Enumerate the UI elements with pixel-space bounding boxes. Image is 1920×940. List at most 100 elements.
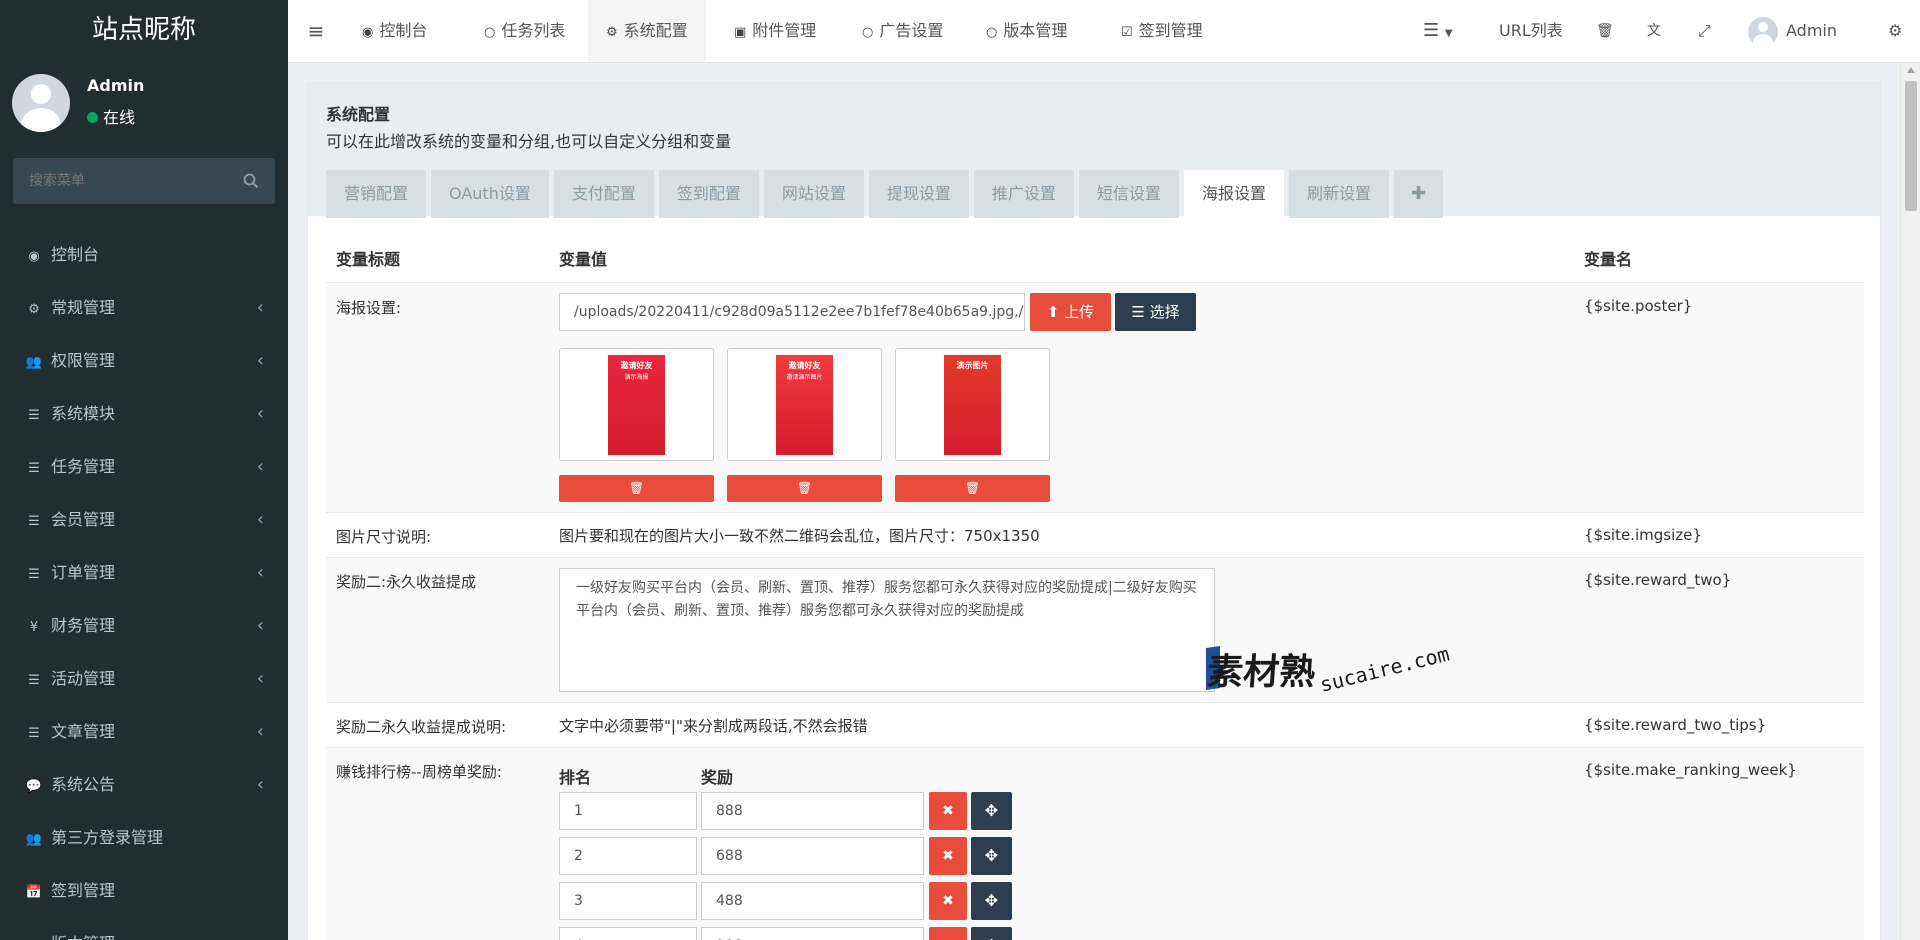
drag-move-icon[interactable]: ✥ bbox=[971, 792, 1012, 830]
site-logo[interactable]: 站点昵称 bbox=[0, 0, 288, 62]
sidebar-item-11[interactable]: 👥 第三方登录管理 bbox=[0, 811, 288, 864]
remove-row-icon[interactable]: ✖ bbox=[929, 882, 967, 920]
settings-gear-icon[interactable]: ⚙ bbox=[1878, 0, 1912, 62]
sidebar-item-label: 控制台 bbox=[51, 245, 100, 264]
reward-two-tips-var: {$site.reward_two_tips} bbox=[1584, 716, 1767, 734]
top-tab-0[interactable]: ◉ 控制台 bbox=[344, 0, 445, 62]
poster-path-input[interactable]: /uploads/20220411/c928d09a5112e2ee7b1fef… bbox=[559, 293, 1025, 331]
sidebar-item-label: 系统模块 bbox=[51, 404, 116, 423]
top-tab-6[interactable]: ☑ 签到管理 bbox=[1103, 0, 1221, 62]
imgsize-value: 图片要和现在的图片大小一致不然二维码会乱位，图片尺寸：750x1350 bbox=[559, 527, 1040, 545]
sidebar-item-0[interactable]: ◉ 控制台 bbox=[0, 228, 288, 281]
reward-input[interactable]: 288 bbox=[701, 927, 924, 940]
sidebar-item-5[interactable]: ☰ 会员管理 ‹ bbox=[0, 493, 288, 546]
admin-menu[interactable]: Admin bbox=[1738, 0, 1847, 62]
search-icon[interactable] bbox=[243, 173, 259, 189]
sidebar-item-12[interactable]: 📅 签到管理 bbox=[0, 864, 288, 917]
poster-thumbnail[interactable]: 邀请好友 邀请演示图片 bbox=[727, 348, 882, 461]
sidebar-item-6[interactable]: ☰ 订单管理 ‹ bbox=[0, 546, 288, 599]
sidebar-item-4[interactable]: ☰ 任务管理 ‹ bbox=[0, 440, 288, 493]
reward-input[interactable]: 688 bbox=[701, 837, 924, 875]
reward-two-textarea[interactable]: 一级好友购买平台内（会员、刷新、置顶、推荐）服务您都可永久获得对应的奖励提成|二… bbox=[559, 568, 1215, 692]
poster-thumbnail[interactable]: 演示图片 bbox=[895, 348, 1050, 461]
upload-button[interactable]: ⬆ 上传 bbox=[1030, 293, 1111, 331]
chevron-left-icon: ‹ bbox=[256, 562, 264, 583]
top-tab-1[interactable]: ○ 任务列表 bbox=[466, 0, 583, 62]
config-tab-0[interactable]: 营销配置 bbox=[326, 170, 427, 218]
admin-name: Admin bbox=[1786, 21, 1837, 40]
remove-row-icon[interactable]: ✖ bbox=[929, 927, 967, 940]
tab-icon: ○ bbox=[484, 25, 496, 40]
drag-move-icon[interactable]: ✥ bbox=[971, 927, 1012, 940]
sidebar-item-10[interactable]: 💬 系统公告 ‹ bbox=[0, 758, 288, 811]
imgsize-var: {$site.imgsize} bbox=[1584, 526, 1702, 544]
top-tab-3[interactable]: ▣ 附件管理 bbox=[716, 0, 834, 62]
config-tab-4[interactable]: 网站设置 bbox=[763, 170, 864, 218]
sidebar-item-label: 任务管理 bbox=[51, 457, 116, 476]
comment-icon: 💬 bbox=[25, 779, 43, 794]
remove-row-icon[interactable]: ✖ bbox=[929, 837, 967, 875]
table-row: 图片尺寸说明: 图片要和现在的图片大小一致不然二维码会乱位，图片尺寸：750x1… bbox=[326, 512, 1864, 557]
config-tab-8[interactable]: 海报设置 bbox=[1183, 170, 1284, 218]
trash-icon[interactable]: 🗑 bbox=[1586, 0, 1624, 62]
config-tab-3[interactable]: 签到配置 bbox=[658, 170, 759, 218]
rank-input[interactable]: 4 bbox=[559, 927, 697, 940]
sidebar-item-3[interactable]: ☰ 系统模块 ‹ bbox=[0, 387, 288, 440]
config-tab-2[interactable]: 支付配置 bbox=[553, 170, 654, 218]
reward-two-tips-value: 文字中必须要带"|"来分割成两段话,不然会报错 bbox=[559, 717, 868, 735]
reward-column-header: 奖励 bbox=[701, 768, 734, 787]
sidebar-item-13[interactable]: ○ 版本管理 bbox=[0, 917, 288, 940]
content-area: 系统配置 可以在此增改系统的变量和分组,也可以自定义分组和变量 营销配置 OAut… bbox=[288, 63, 1900, 940]
sidebar-item-9[interactable]: ☰ 文章管理 ‹ bbox=[0, 705, 288, 758]
poster-text-line1: 演示图片 bbox=[957, 360, 989, 370]
menu-dropdown-icon[interactable]: ☰ ▼ bbox=[1413, 0, 1463, 62]
sidebar-item-2[interactable]: 👥 权限管理 ‹ bbox=[0, 334, 288, 387]
fullscreen-icon[interactable]: ⤢ bbox=[1688, 0, 1721, 62]
table-header: 变量标题 变量值 变量名 bbox=[326, 218, 1864, 282]
delete-poster-button[interactable]: 🗑 bbox=[727, 475, 882, 502]
config-tab-9[interactable]: 刷新设置 bbox=[1288, 170, 1389, 218]
select-button[interactable]: ☰ 选择 bbox=[1115, 293, 1196, 331]
list-icon: ☰ bbox=[28, 673, 40, 688]
reward-input[interactable]: 488 bbox=[701, 882, 924, 920]
top-tab-5[interactable]: ○ 版本管理 bbox=[968, 0, 1085, 62]
config-tab-5[interactable]: 提现设置 bbox=[868, 170, 969, 218]
poster-text-line2: 邀请演示图片 bbox=[786, 373, 822, 381]
top-tab-label: 任务列表 bbox=[501, 21, 566, 40]
top-tab-4[interactable]: ○ 广告设置 bbox=[844, 0, 961, 62]
sidebar-item-label: 系统公告 bbox=[51, 775, 116, 794]
poster-text-line2: 演示海报 bbox=[624, 373, 648, 381]
top-tab-2[interactable]: ⚙ 系统配置 bbox=[588, 0, 706, 62]
delete-poster-button[interactable]: 🗑 bbox=[895, 475, 1050, 502]
config-tab-1[interactable]: OAuth设置 bbox=[431, 170, 549, 218]
sidebar-toggle-icon[interactable]: ≡ bbox=[288, 0, 344, 62]
rank-input[interactable]: 1 bbox=[559, 792, 697, 830]
url-list-link[interactable]: URL列表 bbox=[1481, 0, 1581, 62]
poster-image: 演示图片 bbox=[944, 355, 1001, 455]
rank-input[interactable]: 3 bbox=[559, 882, 697, 920]
sidebar-item-label: 活动管理 bbox=[51, 669, 116, 688]
add-tab-plus-icon[interactable]: ✚ bbox=[1393, 170, 1444, 218]
sidebar-item-1[interactable]: ⚙ 常规管理 ‹ bbox=[0, 281, 288, 334]
config-tab-7[interactable]: 短信设置 bbox=[1078, 170, 1179, 218]
config-tab-6[interactable]: 推广设置 bbox=[973, 170, 1074, 218]
reward-input[interactable]: 888 bbox=[701, 792, 924, 830]
tab-icon: ▣ bbox=[734, 25, 747, 40]
drag-move-icon[interactable]: ✥ bbox=[971, 882, 1012, 920]
page-scrollbar[interactable] bbox=[1900, 63, 1920, 940]
top-navbar: ≡ ◉ 控制台 ○ 任务列表 ⚙ 系统配置 ▣ 附件管理 ○ 广告设置 ○ 版本管理 ☑ 签到管理 ☰ ▼… bbox=[288, 0, 1920, 63]
sidebar-item-7[interactable]: ¥ 财务管理 ‹ bbox=[0, 599, 288, 652]
poster-thumbnail[interactable]: 邀请好友 演示海报 bbox=[559, 348, 714, 461]
reward-two-var: {$site.reward_two} bbox=[1584, 571, 1732, 589]
rank-input[interactable]: 2 bbox=[559, 837, 697, 875]
translate-icon[interactable]: 文 bbox=[1637, 0, 1671, 62]
top-tab-label: 版本管理 bbox=[1003, 21, 1068, 40]
chevron-left-icon: ‹ bbox=[256, 403, 264, 424]
search-input[interactable] bbox=[13, 158, 275, 204]
remove-row-icon[interactable]: ✖ bbox=[929, 792, 967, 830]
sidebar-item-8[interactable]: ☰ 活动管理 ‹ bbox=[0, 652, 288, 705]
drag-move-icon[interactable]: ✥ bbox=[971, 837, 1012, 875]
top-tab-label: 签到管理 bbox=[1138, 21, 1203, 40]
delete-poster-button[interactable]: 🗑 bbox=[559, 475, 714, 502]
tab-icon: ○ bbox=[986, 25, 998, 40]
